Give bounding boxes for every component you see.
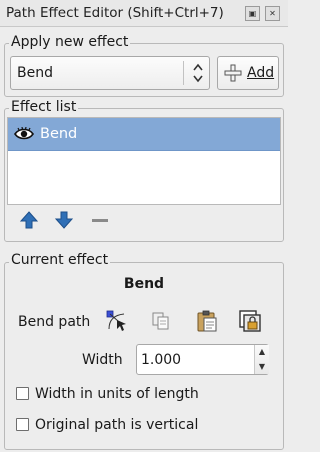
- effect-list-legend: Effect list: [9, 99, 79, 115]
- window-title: Path Effect Editor (Shift+Ctrl+7): [6, 5, 224, 21]
- link-to-path-icon[interactable]: [238, 309, 262, 333]
- raise-effect-icon[interactable]: [19, 210, 39, 230]
- current-effect-name: Bend: [123, 276, 165, 292]
- width-in-units-label: Width in units of length: [35, 386, 199, 402]
- copy-path-icon[interactable]: [151, 311, 171, 331]
- close-icon[interactable]: ✕: [265, 6, 280, 21]
- increment-icon[interactable]: ▲: [255, 345, 269, 359]
- selected-effect-label: Bend: [17, 65, 53, 81]
- bend-path-label: Bend path: [18, 314, 91, 330]
- spin-buttons: ▲ ▼: [254, 345, 269, 374]
- add-button-label: Add: [247, 65, 275, 81]
- remove-effect-icon[interactable]: [90, 210, 110, 230]
- eye-icon[interactable]: [14, 127, 34, 141]
- edit-on-canvas-icon[interactable]: [106, 310, 128, 332]
- combo-separator: [183, 61, 184, 85]
- add-effect-button[interactable]: Add: [217, 56, 279, 90]
- width-label: Width: [82, 352, 123, 368]
- width-in-units-checkbox[interactable]: [16, 387, 29, 400]
- original-vertical-label: Original path is vertical: [35, 417, 199, 433]
- effect-type-combo[interactable]: Bend: [10, 56, 210, 90]
- effect-item-label: Bend: [40, 126, 78, 142]
- restore-icon[interactable]: ▣: [245, 6, 260, 21]
- list-item[interactable]: Bend: [8, 118, 280, 151]
- width-input[interactable]: [141, 351, 249, 369]
- width-spinbox[interactable]: ▲ ▼: [136, 344, 269, 375]
- original-vertical-checkbox[interactable]: [16, 418, 29, 431]
- chevron-up-down-icon: [193, 63, 203, 83]
- effect-list[interactable]: Bend: [7, 117, 281, 205]
- lower-effect-icon[interactable]: [54, 210, 74, 230]
- current-effect-legend: Current effect: [9, 252, 111, 268]
- plus-icon: [224, 64, 242, 82]
- decrement-icon[interactable]: ▼: [255, 360, 269, 374]
- apply-new-effect-legend: Apply new effect: [9, 34, 131, 50]
- paste-path-icon[interactable]: [196, 310, 218, 332]
- title-bar: Path Effect Editor (Shift+Ctrl+7) ▣ ✕: [0, 0, 288, 27]
